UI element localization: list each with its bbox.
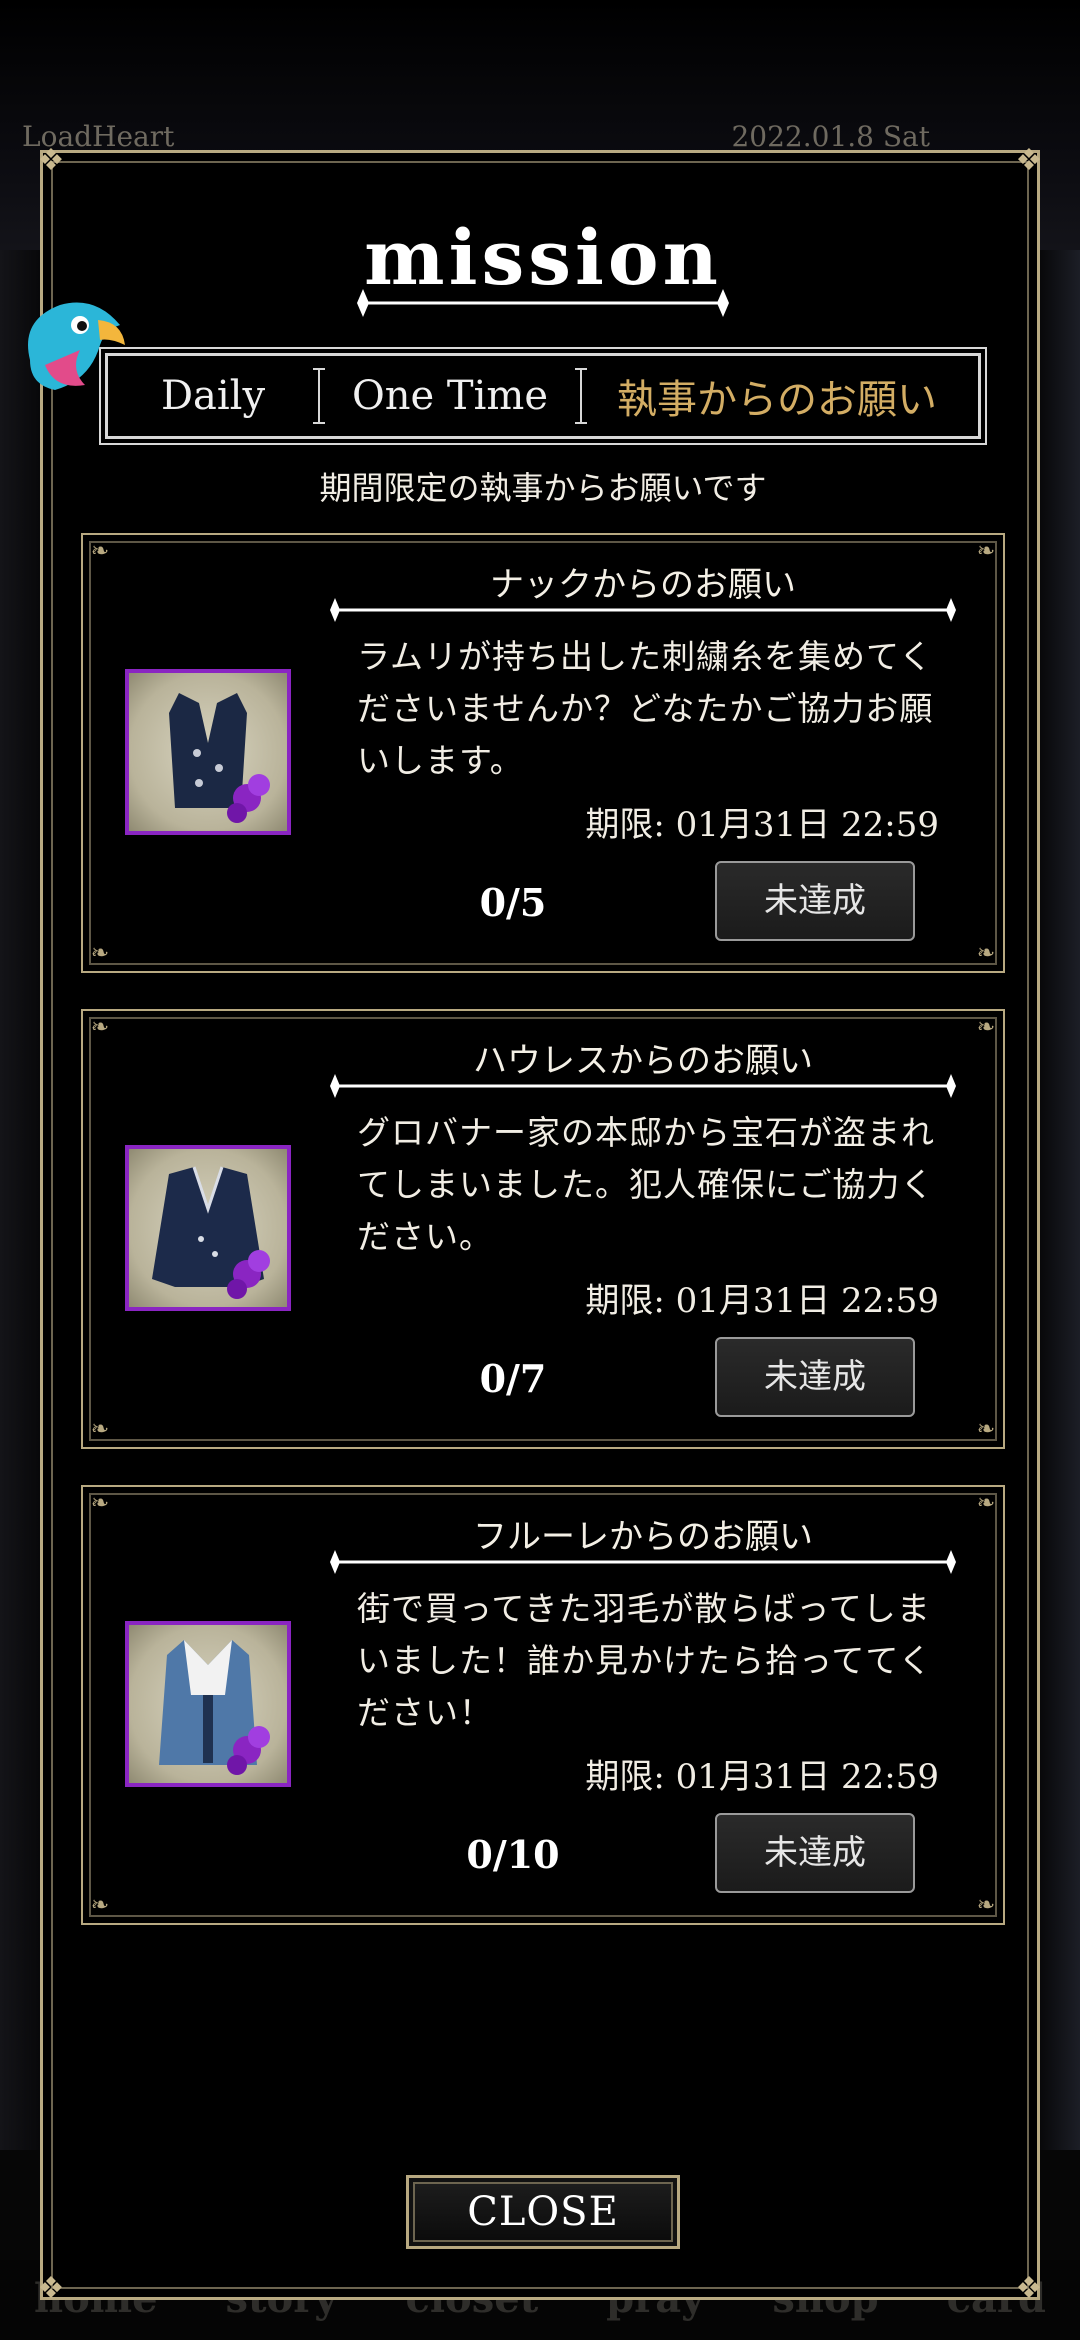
mission-description: ラムリが持ち出した刺繍糸を集めてくださいませんか？どなたかご協力お願いします。	[357, 637, 934, 780]
corner-ornament-icon: ❧	[976, 941, 996, 966]
corner-ornament-icon: ❖	[1015, 143, 1043, 178]
tab-separator	[313, 368, 325, 424]
corner-ornament-icon: ❧	[976, 1491, 996, 1516]
corner-ornament-icon: ❧	[976, 1417, 996, 1442]
divider-icon	[330, 1074, 956, 1098]
corner-ornament-icon: ❖	[37, 2271, 65, 2306]
corner-ornament-icon: ❧	[976, 539, 996, 564]
mission-description: 街で買ってきた羽毛が散らばってしまいました！誰か見かけたら拾っててください！	[357, 1589, 933, 1732]
coat-icon[interactable]	[125, 1621, 291, 1787]
mission-card: ❧ ❧ ❧ ❧ ナックからのお願い ラムリが持ち出した刺繍糸を集めてくださいませ…	[81, 533, 1005, 973]
mission-deadline: 期限: 01月31日 22:59	[585, 805, 939, 845]
mission-description: グロバナー家の本邸から宝石が盗まれてしまいました。犯人確保にご協力ください。	[357, 1113, 935, 1256]
mission-progress: 0/5	[479, 880, 547, 925]
corner-ornament-icon: ❧	[976, 1893, 996, 1918]
corner-ornament-icon: ❧	[976, 1015, 996, 1040]
corner-ornament-icon: ❖	[1015, 2271, 1043, 2306]
parrot-avatar-icon[interactable]	[10, 290, 130, 410]
close-button[interactable]: CLOSE	[406, 2175, 680, 2249]
tab-one-time[interactable]: One Time	[320, 373, 580, 419]
background-left	[0, 250, 40, 2150]
corner-ornament-icon: ❧	[90, 1893, 110, 1918]
mission-progress: 0/7	[479, 1356, 547, 1401]
corner-ornament-icon: ❧	[90, 1015, 110, 1040]
mission-status-button[interactable]: 未達成	[715, 861, 915, 941]
corner-ornament-icon: ❧	[90, 941, 110, 966]
jacket-icon[interactable]	[125, 1145, 291, 1311]
tab-daily[interactable]: Daily	[108, 373, 318, 419]
mission-status-button[interactable]: 未達成	[715, 1337, 915, 1417]
mission-tabs: Daily One Time 執事からのお願い	[99, 347, 987, 445]
mission-card: ❧ ❧ ❧ ❧ ハウレスからのお願い グロバナー家の本邸から宝石が盗まれてしまい…	[81, 1009, 1005, 1449]
mission-modal: ❖ ❖ ❖ ❖ mission Daily One Time 執事からのお願い …	[38, 143, 1043, 2306]
tab-separator	[575, 368, 587, 424]
corner-ornament-icon: ❧	[90, 539, 110, 564]
mission-progress: 0/10	[466, 1832, 560, 1877]
divider-icon	[330, 1550, 956, 1574]
tab-butler-request[interactable]: 執事からのお願い	[582, 367, 972, 425]
mission-card: ❧ ❧ ❧ ❧ フルーレからのお願い 街で買ってきた羽毛が散らばってしまいました…	[81, 1485, 1005, 1925]
mission-deadline: 期限: 01月31日 22:59	[585, 1757, 939, 1797]
mission-status-button[interactable]: 未達成	[715, 1813, 915, 1893]
title-divider-icon	[357, 289, 729, 317]
vest-icon[interactable]	[125, 669, 291, 835]
background-right	[1040, 250, 1080, 2150]
corner-ornament-icon: ❖	[37, 143, 65, 178]
divider-icon	[330, 598, 956, 622]
modal-subtitle: 期間限定の執事からお願いです	[319, 469, 767, 507]
date-text: 2022.01.8 Sat	[731, 120, 930, 153]
corner-ornament-icon: ❧	[90, 1491, 110, 1516]
corner-ornament-icon: ❧	[90, 1417, 110, 1442]
mission-deadline: 期限: 01月31日 22:59	[585, 1281, 939, 1321]
